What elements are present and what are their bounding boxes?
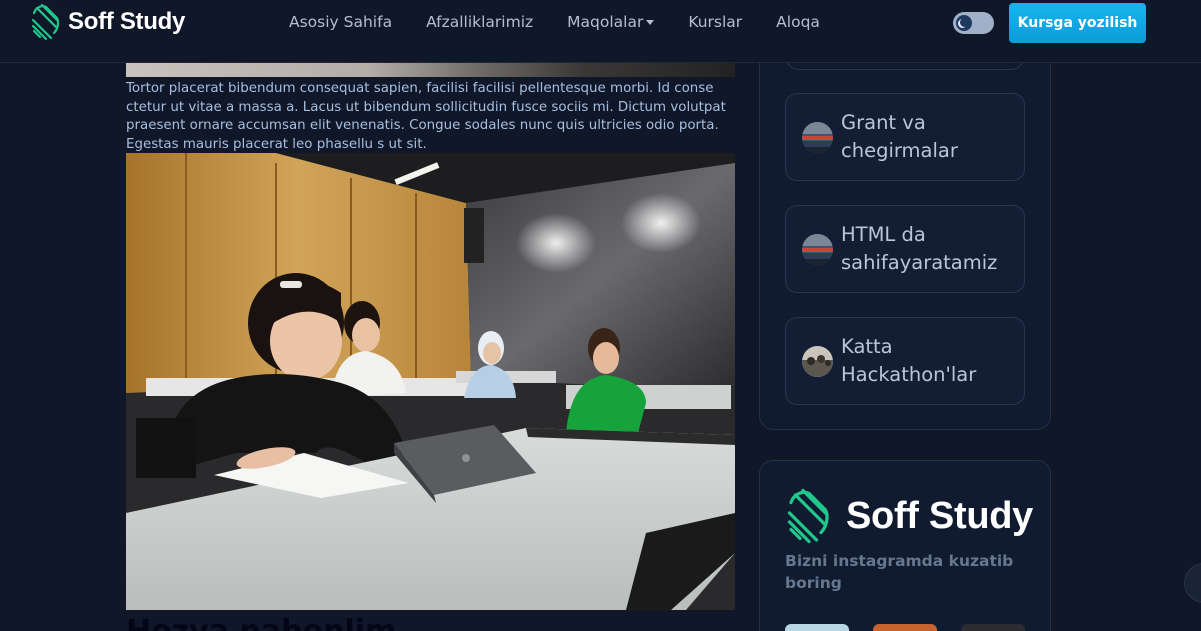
- post-title: Grant va chegirmalar: [841, 111, 958, 162]
- nav-item-courses[interactable]: Kurslar: [688, 13, 742, 31]
- nav-item-advantages[interactable]: Afzalliklarimiz: [426, 13, 533, 31]
- scroll-to-top-button[interactable]: [1184, 563, 1201, 603]
- site-header: Soff Study Asosiy Sahifa Afzalliklarimiz…: [0, 0, 1201, 63]
- post-card-grants[interactable]: Grant va chegirmalar: [785, 93, 1025, 181]
- moon-icon: [956, 15, 972, 31]
- instagram-brand-logo[interactable]: Soff Study: [785, 486, 1033, 546]
- post-title: Katta Hackathon'lar: [841, 335, 977, 386]
- soff-study-logo-icon: [31, 3, 60, 41]
- instagram-post-thumbnail[interactable]: [961, 624, 1025, 631]
- main-nav: Asosiy Sahifa Afzalliklarimiz Maqolalar …: [289, 0, 854, 44]
- instagram-brand-name: Soff Study: [846, 494, 1033, 537]
- group-photo-thumbnail-icon: [802, 121, 833, 153]
- post-title: HTML da sahifayaratamiz: [841, 223, 998, 274]
- next-section-heading: Hozva nabonlim: [126, 614, 396, 631]
- nav-item-articles-label: Maqolalar: [567, 13, 644, 31]
- classroom-photo: [126, 153, 735, 610]
- post-card-html[interactable]: HTML da sahifayaratamiz: [785, 205, 1025, 293]
- hackathon-thumbnail-icon: [802, 345, 833, 377]
- brand-logo[interactable]: Soff Study: [30, 3, 185, 41]
- classroom-photo-illustration: [126, 153, 735, 610]
- brand-name: Soff Study: [68, 8, 185, 35]
- group-photo-thumbnail-icon: [802, 233, 833, 265]
- enroll-button[interactable]: Kursga yozilish: [1009, 3, 1146, 43]
- theme-toggle[interactable]: [953, 12, 994, 34]
- chevron-down-icon: [646, 19, 655, 25]
- soff-study-logo-icon: [787, 488, 829, 544]
- post-card-hackathons[interactable]: Katta Hackathon'lar: [785, 317, 1025, 405]
- article-paragraph: Tortor placerat bibendum consequat sapie…: [126, 81, 726, 152]
- nav-item-articles[interactable]: Maqolalar: [567, 13, 655, 31]
- instagram-follow-text: Bizni instagramda kuzatib boring: [785, 552, 1014, 592]
- nav-item-contact[interactable]: Aloqa: [776, 13, 820, 31]
- instagram-post-thumbnail[interactable]: [873, 624, 937, 631]
- nav-item-home[interactable]: Asosiy Sahifa: [289, 13, 392, 31]
- instagram-post-thumbnail[interactable]: [785, 624, 849, 631]
- previous-image-bottom: [126, 63, 735, 77]
